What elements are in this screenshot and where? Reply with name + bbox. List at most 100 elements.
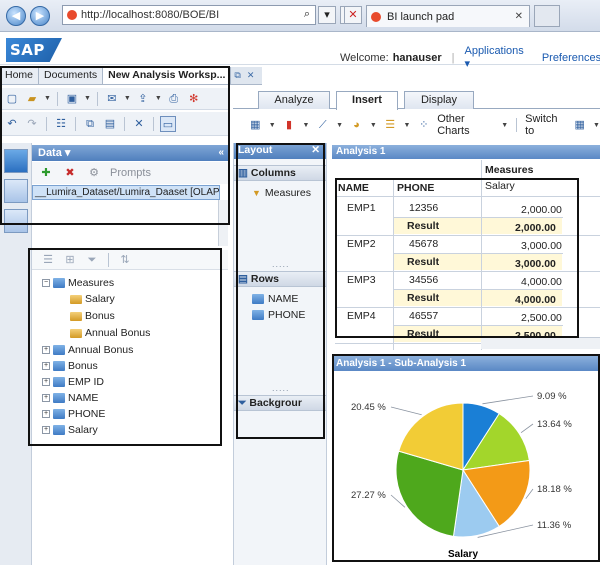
forward-button[interactable]: ▶ (30, 6, 50, 26)
name-cell[interactable]: EMP4 (347, 310, 376, 322)
undo-icon[interactable]: ↶ (4, 116, 20, 132)
tab-display[interactable]: Display (404, 91, 474, 109)
copy-icon[interactable]: ⧉ (82, 116, 98, 132)
chevron-down-icon[interactable]: ▼ (44, 95, 51, 102)
measure-column-header[interactable]: Salary (485, 180, 515, 192)
print-icon[interactable]: ⎙ (166, 91, 182, 107)
expand-icon[interactable]: + (42, 346, 50, 354)
outline-panel-icon[interactable] (4, 209, 28, 233)
phone-cell[interactable]: 34556 (409, 274, 438, 286)
chevron-down-icon[interactable]: ▼ (155, 95, 162, 102)
help-icon[interactable]: ✻ (186, 91, 202, 107)
expand-icon[interactable]: + (42, 394, 50, 402)
add-source-icon[interactable]: ✚ (38, 165, 54, 181)
data-scrollbar[interactable] (218, 200, 228, 246)
chevron-down-icon[interactable]: ▼ (501, 122, 508, 129)
filter-icon[interactable]: ⏷ (84, 252, 100, 268)
paste-icon[interactable]: ▤ (102, 116, 118, 132)
name-cell[interactable]: EMP1 (347, 202, 376, 214)
data-panel-title[interactable]: Data ▾ (38, 147, 70, 159)
chevron-down-icon[interactable]: ▼ (370, 122, 377, 129)
collapse-icon[interactable]: « (218, 145, 224, 161)
expand-icon[interactable]: + (42, 410, 50, 418)
result-value-cell[interactable]: 3,000.00 (515, 258, 556, 270)
tab-home[interactable]: Home (0, 67, 40, 84)
name-cell[interactable]: EMP2 (347, 238, 376, 250)
tree-item[interactable]: + Bonus (42, 359, 98, 373)
chevron-down-icon[interactable]: ▼ (84, 95, 91, 102)
measures-header[interactable]: Measures (485, 164, 533, 176)
go-dropdown-button[interactable]: ▾ (318, 6, 336, 24)
email-icon[interactable]: ✉ (104, 91, 120, 107)
list-view-icon[interactable]: ☰ (40, 252, 56, 268)
search-icon[interactable]: ⌕ (298, 6, 316, 24)
preferences-link[interactable]: Preferences (542, 52, 600, 64)
tree-item[interactable]: Bonus (70, 309, 115, 323)
salary-cell[interactable]: 3,000.00 (521, 240, 562, 252)
phone-column-header[interactable]: PHONE (397, 182, 434, 194)
row-item-phone[interactable]: PHONE (252, 309, 305, 321)
chevron-down-icon[interactable]: ▼ (404, 122, 411, 129)
pie-chart[interactable]: 9.09 % 13.64 % 18.18 % 11.36 % 27.27 % 20.45 … (333, 372, 599, 565)
result-label-cell[interactable]: Result (407, 220, 439, 232)
new-tab-button[interactable] (534, 5, 560, 27)
collapse-icon[interactable]: − (42, 279, 50, 287)
open-folder-icon[interactable]: ▰ (24, 91, 40, 107)
tab-insert[interactable]: Insert (336, 91, 398, 110)
browser-tab[interactable]: BI launch pad ✕ (366, 5, 530, 27)
phone-cell[interactable]: 45678 (409, 238, 438, 250)
phone-cell[interactable]: 12356 (409, 202, 438, 214)
other-charts-button[interactable]: Other Charts (437, 113, 495, 137)
result-label-cell[interactable]: Result (407, 292, 439, 304)
tree-item[interactable]: + EMP ID (42, 375, 104, 389)
remove-source-icon[interactable]: ✖ (62, 165, 78, 181)
prompts-icon[interactable]: ⚙ (86, 165, 102, 181)
address-bar[interactable]: http://localhost:8080/BOE/BI (62, 5, 316, 25)
applications-menu[interactable]: Applications ▾ (464, 45, 524, 70)
properties-icon[interactable]: ☷ (53, 116, 69, 132)
sort-icon[interactable]: ⇅ (117, 252, 133, 268)
salary-cell[interactable]: 4,000.00 (521, 276, 562, 288)
tree-item[interactable]: Salary (70, 292, 115, 306)
export-icon[interactable]: ⇪ (135, 91, 151, 107)
switch-to-button[interactable]: Switch to (525, 113, 566, 137)
detach-icon[interactable]: ⧉ (231, 67, 243, 84)
tree-item[interactable]: + Annual Bonus (42, 343, 133, 357)
columns-header[interactable]: ▥ Columns (234, 165, 326, 181)
tab-documents[interactable]: Documents (39, 67, 104, 84)
row-item-name[interactable]: NAME (252, 293, 298, 305)
salary-cell[interactable]: 2,500.00 (521, 312, 562, 324)
delete-icon[interactable]: ✕ (131, 116, 147, 132)
salary-cell[interactable]: 2,000.00 (521, 204, 562, 216)
tree-item[interactable]: Annual Bonus (70, 326, 150, 340)
prompts-button[interactable]: Prompts (110, 167, 151, 179)
close-icon[interactable]: ✕ (311, 143, 320, 158)
resize-grip[interactable]: ..... (272, 259, 290, 269)
chevron-down-icon[interactable]: ▼ (269, 122, 276, 129)
data-cube-icon[interactable] (4, 149, 28, 173)
chevron-down-icon[interactable]: ▼ (302, 122, 309, 129)
expand-icon[interactable]: + (42, 378, 50, 386)
tab-analyze[interactable]: Analyze (258, 91, 330, 109)
properties-panel-icon[interactable] (4, 179, 28, 203)
stop-icon[interactable]: ✕ (344, 6, 362, 24)
tree-item[interactable]: + NAME (42, 391, 98, 405)
background-header[interactable]: ⏷ Backgrour (234, 395, 326, 411)
name-cell[interactable]: EMP3 (347, 274, 376, 286)
expand-icon[interactable]: + (42, 426, 50, 434)
column-item[interactable]: ▼ Measures (252, 187, 311, 199)
layout-toggle-icon[interactable]: ▭ (160, 115, 176, 132)
pie-chart-icon[interactable]: ◕ (349, 117, 364, 133)
table-icon[interactable]: ▦ (248, 117, 263, 133)
chevron-down-icon[interactable]: ▼ (124, 95, 131, 102)
tree-item[interactable]: + Salary (42, 423, 98, 437)
close-icon[interactable]: ✕ (515, 11, 523, 22)
horizontal-bar-icon[interactable]: ☰ (383, 117, 398, 133)
crosstab-scrollbar[interactable] (481, 337, 600, 349)
expand-icon[interactable]: + (42, 362, 50, 370)
tab-new-analysis-workspace[interactable]: New Analysis Worksp... (103, 67, 232, 84)
rows-header[interactable]: ▤ Rows (234, 271, 326, 287)
scatter-chart-icon[interactable]: ⁘ (416, 117, 431, 133)
bar-chart-icon[interactable]: ▮ (282, 117, 297, 133)
result-label-cell[interactable]: Result (407, 256, 439, 268)
